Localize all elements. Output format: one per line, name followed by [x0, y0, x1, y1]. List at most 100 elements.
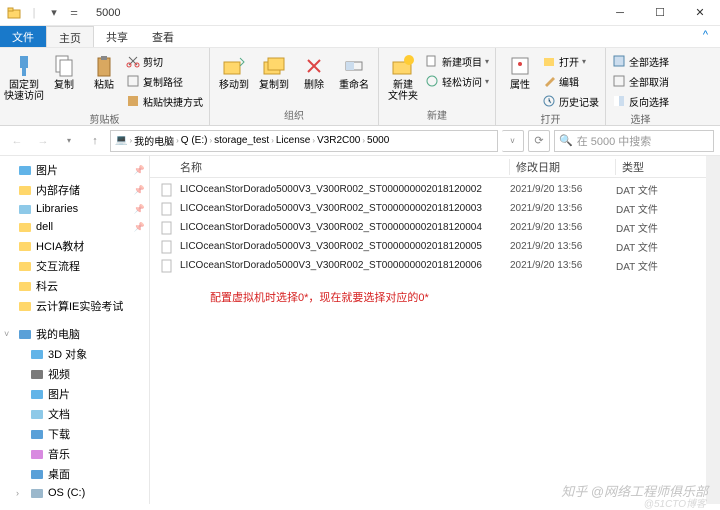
col-type[interactable]: 类型 [616, 159, 680, 175]
mus-icon [30, 447, 44, 461]
ribbon-collapse-button[interactable]: ^ [691, 26, 720, 47]
folder-icon [18, 183, 32, 197]
copy-button[interactable]: 复制 [46, 50, 82, 110]
column-headers[interactable]: 名称 修改日期 类型 [150, 156, 706, 178]
desk-icon [30, 467, 44, 481]
copyto-button[interactable]: 复制到 [256, 50, 292, 106]
bc-segment[interactable]: 5000 [367, 135, 389, 146]
folder-icon [18, 299, 32, 313]
file-icon [160, 221, 174, 235]
paste-button[interactable]: 粘贴 [86, 50, 122, 110]
selectnone-button[interactable]: 全部取消 [612, 72, 669, 90]
nav-item[interactable]: ›(D:) [0, 502, 149, 504]
cut-button[interactable]: 剪切 [126, 52, 203, 70]
search-input[interactable]: 🔍在 5000 中搜索 [554, 130, 714, 152]
tab-view[interactable]: 查看 [140, 26, 186, 47]
nav-item[interactable]: 科云 [0, 276, 149, 296]
nav-item[interactable]: 视频 [0, 364, 149, 384]
address-bar: ← → ▾ ↑ 💻›我的电脑›Q (E:)›storage_test›Licen… [0, 126, 720, 156]
nav-item[interactable]: 文档 [0, 404, 149, 424]
tab-file[interactable]: 文件 [0, 26, 46, 47]
bc-segment[interactable]: Q (E:) [181, 135, 208, 146]
delete-button[interactable]: 删除 [296, 50, 332, 106]
file-list[interactable]: LICOceanStorDorado5000V3_V300R002_ST0000… [150, 178, 706, 277]
pic-icon [30, 387, 44, 401]
pin-button[interactable]: 固定到 快速访问 [6, 50, 42, 110]
nav-item[interactable]: 图片 [0, 160, 149, 180]
expand-icon[interactable]: ˅ [4, 329, 9, 339]
refresh-button[interactable]: ⟳ [528, 130, 550, 152]
nav-item[interactable]: 3D 对象 [0, 344, 149, 364]
nav-item[interactable]: 交互流程 [0, 256, 149, 276]
bc-dropdown-button[interactable]: v [502, 130, 524, 152]
properties-button[interactable]: 属性 [502, 50, 538, 110]
nav-item[interactable]: dell [0, 218, 149, 236]
nav-pane[interactable]: 图片内部存储LibrariesdellHCIA教材交互流程科云云计算IE实验考试… [0, 156, 150, 504]
search-icon: 🔍 [559, 134, 573, 147]
tab-home[interactable]: 主页 [46, 26, 94, 47]
qat-dropdown-icon[interactable]: ▾ [46, 5, 62, 21]
open-button[interactable]: 打开▾ [542, 52, 599, 70]
file-row[interactable]: LICOceanStorDorado5000V3_V300R002_ST0000… [150, 199, 706, 218]
edit-button[interactable]: 编辑 [542, 72, 599, 90]
nav-item[interactable]: 音乐 [0, 444, 149, 464]
copypath-button[interactable]: 复制路径 [126, 72, 203, 90]
nav-item[interactable]: 图片 [0, 384, 149, 404]
breadcrumb[interactable]: 💻›我的电脑›Q (E:)›storage_test›License›V3R2C… [110, 130, 498, 152]
nav-item[interactable]: ›OS (C:) [0, 484, 149, 502]
bc-pc-icon[interactable]: 💻 [115, 135, 127, 146]
back-button[interactable]: ← [6, 130, 28, 152]
group-open-label: 打开 [502, 110, 599, 127]
expand-icon[interactable]: › [16, 488, 19, 498]
pic-icon [18, 163, 32, 177]
selectall-button[interactable]: 全部选择 [612, 52, 669, 70]
newfolder-button[interactable]: 新建 文件夹 [385, 50, 421, 106]
forward-button[interactable]: → [32, 130, 54, 152]
col-date[interactable]: 修改日期 [510, 159, 616, 175]
lib-icon [18, 202, 32, 216]
dl-icon [30, 427, 44, 441]
qat-divider-icon: | [26, 5, 42, 21]
moveto-button[interactable]: 移动到 [216, 50, 252, 106]
ribbon-tabs: 文件 主页 共享 查看 ^ [0, 26, 720, 48]
folder-icon [6, 5, 22, 21]
bc-segment[interactable]: storage_test [214, 135, 269, 146]
close-button[interactable]: ✕ [680, 0, 720, 26]
up-button[interactable]: ↑ [84, 130, 106, 152]
invert-button[interactable]: 反向选择 [612, 92, 669, 110]
tab-share[interactable]: 共享 [94, 26, 140, 47]
col-name[interactable]: 名称 [150, 159, 510, 175]
bc-segment[interactable]: V3R2C00 [317, 135, 360, 146]
rename-button[interactable]: 重命名 [336, 50, 372, 106]
newitem-button[interactable]: 新建项目▾ [425, 52, 489, 70]
bc-segment[interactable]: License [276, 135, 310, 146]
scrollbar-vertical[interactable] [706, 156, 720, 504]
file-row[interactable]: LICOceanStorDorado5000V3_V300R002_ST0000… [150, 256, 706, 275]
bc-segment[interactable]: 我的电脑 [134, 133, 174, 148]
group-new-label: 新建 [385, 106, 489, 123]
nav-item[interactable]: Libraries [0, 200, 149, 218]
recent-button[interactable]: ▾ [58, 130, 80, 152]
nav-item[interactable]: 内部存储 [0, 180, 149, 200]
annotation-text: 配置虚拟机时选择0*，现在就要选择对应的0* [150, 277, 706, 305]
group-select-label: 选择 [612, 110, 669, 127]
file-icon [160, 259, 174, 273]
file-row[interactable]: LICOceanStorDorado5000V3_V300R002_ST0000… [150, 180, 706, 199]
maximize-button[interactable]: ☐ [640, 0, 680, 26]
group-organize-label: 组织 [216, 106, 372, 123]
nav-item[interactable]: 下载 [0, 424, 149, 444]
qat-eq-icon[interactable]: = [66, 5, 82, 21]
nav-item[interactable]: 桌面 [0, 464, 149, 484]
pasteshortcut-button[interactable]: 粘贴快捷方式 [126, 92, 203, 110]
nav-item[interactable]: 云计算IE实验考试 [0, 296, 149, 316]
file-row[interactable]: LICOceanStorDorado5000V3_V300R002_ST0000… [150, 237, 706, 256]
minimize-button[interactable]: ─ [600, 0, 640, 26]
easyaccess-button[interactable]: 轻松访问▾ [425, 72, 489, 90]
nav-item[interactable]: ˅我的电脑 [0, 324, 149, 344]
disk-icon [30, 486, 44, 500]
ribbon: 固定到 快速访问 复制 粘贴 剪切 复制路径 粘贴快捷方式 剪贴板 移动到 复制… [0, 48, 720, 126]
folder-icon [18, 259, 32, 273]
file-row[interactable]: LICOceanStorDorado5000V3_V300R002_ST0000… [150, 218, 706, 237]
nav-item[interactable]: HCIA教材 [0, 236, 149, 256]
history-button[interactable]: 历史记录 [542, 92, 599, 110]
